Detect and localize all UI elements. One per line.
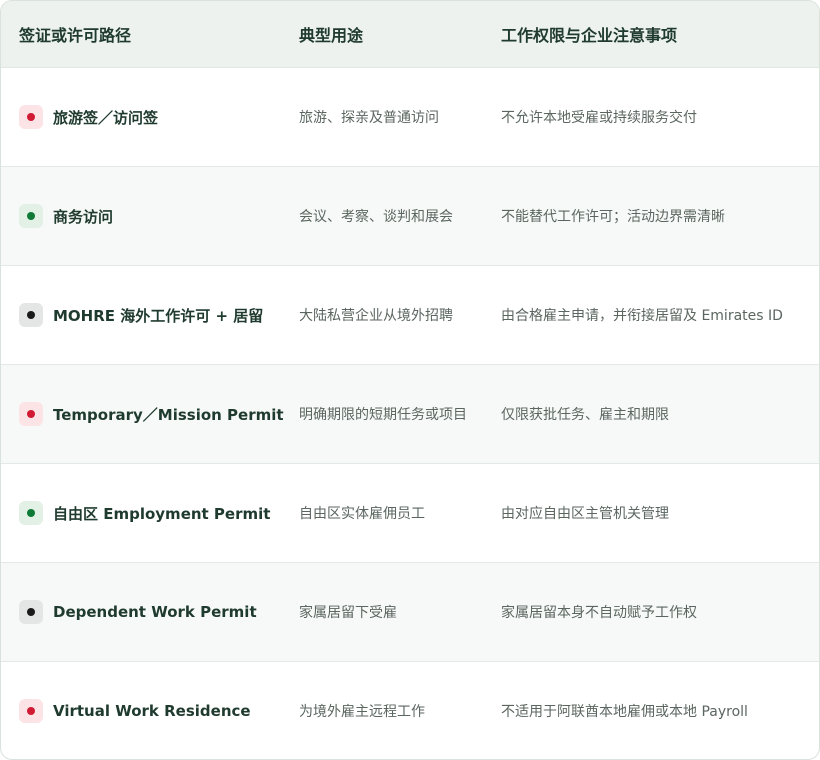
route-note: 不适用于阿联酋本地雇佣或本地 Payroll — [501, 704, 748, 720]
status-marker-icon — [19, 600, 43, 624]
route-name: Virtual Work Residence — [53, 702, 251, 720]
route-cell: MOHRE 海外工作许可 + 居留 — [19, 303, 263, 327]
header-use: 典型用途 — [299, 26, 364, 45]
route-name: MOHRE 海外工作许可 + 居留 — [53, 306, 264, 325]
header-note: 工作权限与企业注意事项 — [501, 26, 678, 45]
route-note: 不能替代工作许可；活动边界需清晰 — [501, 209, 725, 225]
route-use: 会议、考察、谈判和展会 — [299, 209, 453, 225]
route-note: 由对应自由区主管机关管理 — [501, 506, 669, 522]
route-note: 仅限获批任务、雇主和期限 — [501, 407, 669, 423]
route-name: 自由区 Employment Permit — [53, 504, 271, 523]
route-name: Temporary／Mission Permit — [53, 405, 284, 424]
header-route: 签证或许可路径 — [19, 26, 132, 45]
table-row: MOHRE 海外工作许可 + 居留 大陆私营企业从境外招聘 由合格雇主申请，并衔… — [1, 266, 819, 365]
table-row: Temporary／Mission Permit 明确期限的短期任务或项目 仅限… — [1, 365, 819, 464]
status-marker-icon — [19, 501, 43, 525]
route-cell: Dependent Work Permit — [19, 600, 257, 624]
route-cell: Temporary／Mission Permit — [19, 402, 284, 426]
table-row: 自由区 Employment Permit 自由区实体雇佣员工 由对应自由区主管… — [1, 464, 819, 563]
route-name: 旅游签／访问签 — [53, 108, 159, 127]
status-marker-icon — [19, 105, 43, 129]
route-use: 为境外雇主远程工作 — [299, 704, 425, 720]
status-marker-icon — [19, 303, 43, 327]
table-header: 签证或许可路径 典型用途 工作权限与企业注意事项 — [1, 1, 819, 68]
table-row: Virtual Work Residence 为境外雇主远程工作 不适用于阿联酋… — [1, 662, 819, 759]
route-use: 明确期限的短期任务或项目 — [299, 407, 467, 423]
status-marker-icon — [19, 402, 43, 426]
route-name: 商务访问 — [53, 207, 114, 226]
visa-table: 签证或许可路径 典型用途 工作权限与企业注意事项 旅游签／访问签 旅游、探亲及普… — [0, 0, 820, 760]
route-cell: 自由区 Employment Permit — [19, 501, 270, 525]
route-note: 家属居留本身不自动赋予工作权 — [501, 605, 697, 621]
route-cell: 商务访问 — [19, 204, 113, 228]
status-marker-icon — [19, 204, 43, 228]
route-name: Dependent Work Permit — [53, 603, 257, 621]
table-row: 商务访问 会议、考察、谈判和展会 不能替代工作许可；活动边界需清晰 — [1, 167, 819, 266]
route-cell: 旅游签／访问签 — [19, 105, 158, 129]
route-use: 大陆私营企业从境外招聘 — [299, 308, 453, 324]
route-note: 不允许本地受雇或持续服务交付 — [501, 110, 697, 126]
table-row: Dependent Work Permit 家属居留下受雇 家属居留本身不自动赋… — [1, 563, 819, 662]
route-use: 旅游、探亲及普通访问 — [299, 110, 439, 126]
route-cell: Virtual Work Residence — [19, 699, 251, 723]
route-use: 自由区实体雇佣员工 — [299, 506, 425, 522]
route-use: 家属居留下受雇 — [299, 605, 397, 621]
status-marker-icon — [19, 699, 43, 723]
table-row: 旅游签／访问签 旅游、探亲及普通访问 不允许本地受雇或持续服务交付 — [1, 68, 819, 167]
route-note: 由合格雇主申请，并衔接居留及 Emirates ID — [501, 308, 783, 324]
